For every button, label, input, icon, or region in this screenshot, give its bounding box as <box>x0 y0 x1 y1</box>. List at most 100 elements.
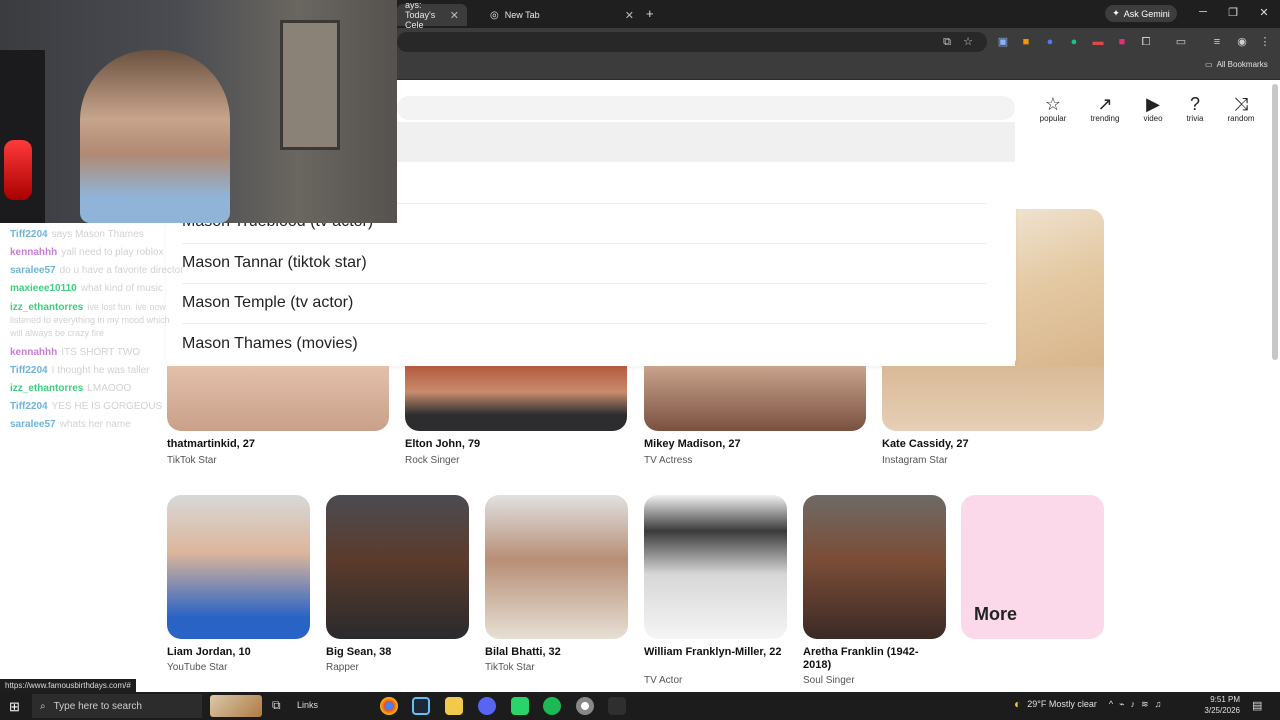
app-icon[interactable] <box>511 697 529 715</box>
profile-avatar-icon[interactable]: ◉ <box>1235 35 1249 49</box>
close-icon[interactable]: ✕ <box>450 9 459 22</box>
chat-message: kennahhh yall need to play roblox <box>10 247 180 258</box>
tab-label: New Tab <box>504 10 540 20</box>
sparkle-icon: ✦ <box>1112 8 1120 18</box>
volume-icon[interactable]: ♫ <box>1155 699 1162 709</box>
divider <box>182 323 987 324</box>
cast-icon[interactable]: ⧉ <box>940 35 954 49</box>
divider <box>182 283 987 284</box>
celebrity-name[interactable]: Elton John, 79 <box>405 438 480 450</box>
taskbar-news-icon[interactable] <box>210 695 262 717</box>
chat-username: izz_ethantorres <box>10 383 84 394</box>
chat-username: maxieee10110 <box>10 283 77 294</box>
all-bookmarks-button[interactable]: ▭ All Bookmarks <box>1205 60 1268 69</box>
chat-username: saralee57 <box>10 265 56 276</box>
celebrity-name[interactable]: Liam Jordan, 10 <box>167 646 251 658</box>
search-input[interactable] <box>397 96 1015 120</box>
celebrity-name[interactable]: Big Sean, 38 <box>326 646 391 658</box>
window-close-icon[interactable]: ✕ <box>1249 6 1279 19</box>
chat-text: YES HE IS GORGEOUS <box>51 401 163 412</box>
celebrity-photo-thatmartinkid[interactable] <box>167 366 389 431</box>
celebrity-name[interactable]: Aretha Franklin (1942-2018) <box>803 646 943 672</box>
nav-random[interactable]: ⤨ random <box>1219 94 1263 123</box>
celebrity-role: Rock Singer <box>405 455 460 466</box>
celebrity-role: TikTok Star <box>167 455 217 466</box>
taskbar-links-label[interactable]: Links <box>297 700 318 710</box>
wifi-icon[interactable]: ≋ <box>1141 699 1149 710</box>
puzzle-icon[interactable]: ⧠ <box>1139 35 1153 49</box>
chat-message: izz_ethantorres ive lost fun. ive now lis… <box>10 301 180 340</box>
nav-video[interactable]: ▶ video <box>1131 94 1175 123</box>
extension-icon[interactable]: ● <box>1043 35 1057 49</box>
tab-famous-birthdays[interactable]: ays: Today's Cele ✕ <box>397 0 467 30</box>
celebrity-photo-kate-cassidy-top[interactable] <box>1015 209 1104 366</box>
spotify-icon[interactable] <box>543 697 561 715</box>
suggestion-item[interactable]: Mason Thames (movies) <box>182 335 358 353</box>
chevron-up-icon[interactable]: ^ <box>1109 699 1113 709</box>
celebrity-photo-big-sean[interactable] <box>326 495 469 639</box>
extension-icon[interactable]: ▣ <box>996 35 1010 49</box>
celebrity-role: Instagram Star <box>882 455 948 466</box>
chrome-profile-icon[interactable] <box>576 697 594 715</box>
celebrity-name[interactable]: Kate Cassidy, 27 <box>882 438 969 450</box>
nav-popular[interactable]: ☆ popular <box>1031 94 1075 123</box>
extension-icon[interactable]: ■ <box>1019 35 1033 49</box>
chrome-taskbar-icon[interactable] <box>380 697 398 715</box>
nav-trivia[interactable]: ? trivia <box>1173 94 1217 123</box>
shuffle-icon: ⤨ <box>1233 94 1249 114</box>
more-button[interactable]: More <box>961 495 1104 639</box>
celebrity-role: TV Actress <box>644 455 693 466</box>
tab-new-tab[interactable]: ◎ New Tab ✕ <box>482 4 642 26</box>
celebrity-name[interactable]: Mikey Madison, 27 <box>644 438 741 450</box>
extension-icon[interactable]: ▬ <box>1091 35 1105 49</box>
file-explorer-icon[interactable] <box>445 697 463 715</box>
mic-icon[interactable]: ♪ <box>1131 699 1136 709</box>
question-icon: ? <box>1189 94 1200 114</box>
chat-message: maxieee10110 what kind of music <box>10 283 180 294</box>
celebrity-photo-william-franklyn-miller[interactable] <box>644 495 787 639</box>
discord-icon[interactable] <box>478 697 496 715</box>
menu-dots-icon[interactable]: ⋮ <box>1258 35 1272 49</box>
system-tray: ◐ 29°F Mostly clear ^ ⌁ ♪ ≋ ♫ <box>1014 697 1161 711</box>
sidepanel-icon[interactable]: ▭ <box>1174 35 1188 49</box>
taskbar-search-input[interactable]: ⌕ Type here to search <box>32 694 202 718</box>
windows-start-icon[interactable]: ⊞ <box>9 699 20 715</box>
obs-icon[interactable] <box>608 697 626 715</box>
celebrity-photo-kate-cassidy[interactable] <box>882 366 1104 431</box>
tab-label: ays: Today's Cele <box>405 0 436 30</box>
celebrity-photo-liam-jordan[interactable] <box>167 495 310 639</box>
celebrity-photo-bilal-bhatti[interactable] <box>485 495 628 639</box>
new-tab-button[interactable]: + <box>646 6 654 21</box>
suggestion-item[interactable]: Mason Tannar (tiktok star) <box>182 254 367 272</box>
weather-text[interactable]: 29°F Mostly clear <box>1027 699 1097 709</box>
bookmark-star-icon[interactable]: ☆ <box>961 35 975 49</box>
minimize-icon[interactable]: ─ <box>1188 6 1218 18</box>
celebrity-name[interactable]: thatmartinkid, 27 <box>167 438 255 450</box>
search-icon: ⌕ <box>40 700 46 712</box>
steam-icon[interactable] <box>412 697 430 715</box>
close-icon[interactable]: ✕ <box>625 9 634 22</box>
taskbar-clock[interactable]: 9:51 PM 3/25/2026 <box>1198 694 1240 716</box>
notification-icon[interactable]: ▤ <box>1252 699 1262 712</box>
task-view-icon[interactable]: ⧉ <box>272 698 281 713</box>
nav-trending[interactable]: ↗ trending <box>1083 94 1127 123</box>
celebrity-name[interactable]: Bilal Bhatti, 32 <box>485 646 561 658</box>
search-panel <box>397 122 1015 162</box>
ask-gemini-button[interactable]: ✦ Ask Gemini <box>1105 5 1177 22</box>
webcam-overlay <box>0 0 397 223</box>
celebrity-photo-elton-john[interactable] <box>405 366 627 431</box>
network-icon[interactable]: ⌁ <box>1119 699 1124 710</box>
address-bar[interactable] <box>397 32 987 52</box>
restore-icon[interactable]: ❐ <box>1218 6 1248 19</box>
extension-icon[interactable]: ● <box>1067 35 1081 49</box>
chat-text: ITS SHORT TWO <box>61 347 141 358</box>
trending-icon: ↗ <box>1097 94 1113 114</box>
chat-text: yall need to play roblox <box>61 247 164 258</box>
celebrity-photo-mikey-madison[interactable] <box>644 366 866 431</box>
suggestion-item[interactable]: Mason Temple (tv actor) <box>182 294 353 312</box>
extension-icon[interactable]: ■ <box>1115 35 1129 49</box>
page-scrollbar[interactable] <box>1272 84 1278 360</box>
celebrity-photo-aretha-franklin[interactable] <box>803 495 946 639</box>
celebrity-name[interactable]: William Franklyn-Miller, 22 <box>644 646 784 659</box>
tab-search-icon[interactable]: ≡ <box>1210 35 1224 49</box>
